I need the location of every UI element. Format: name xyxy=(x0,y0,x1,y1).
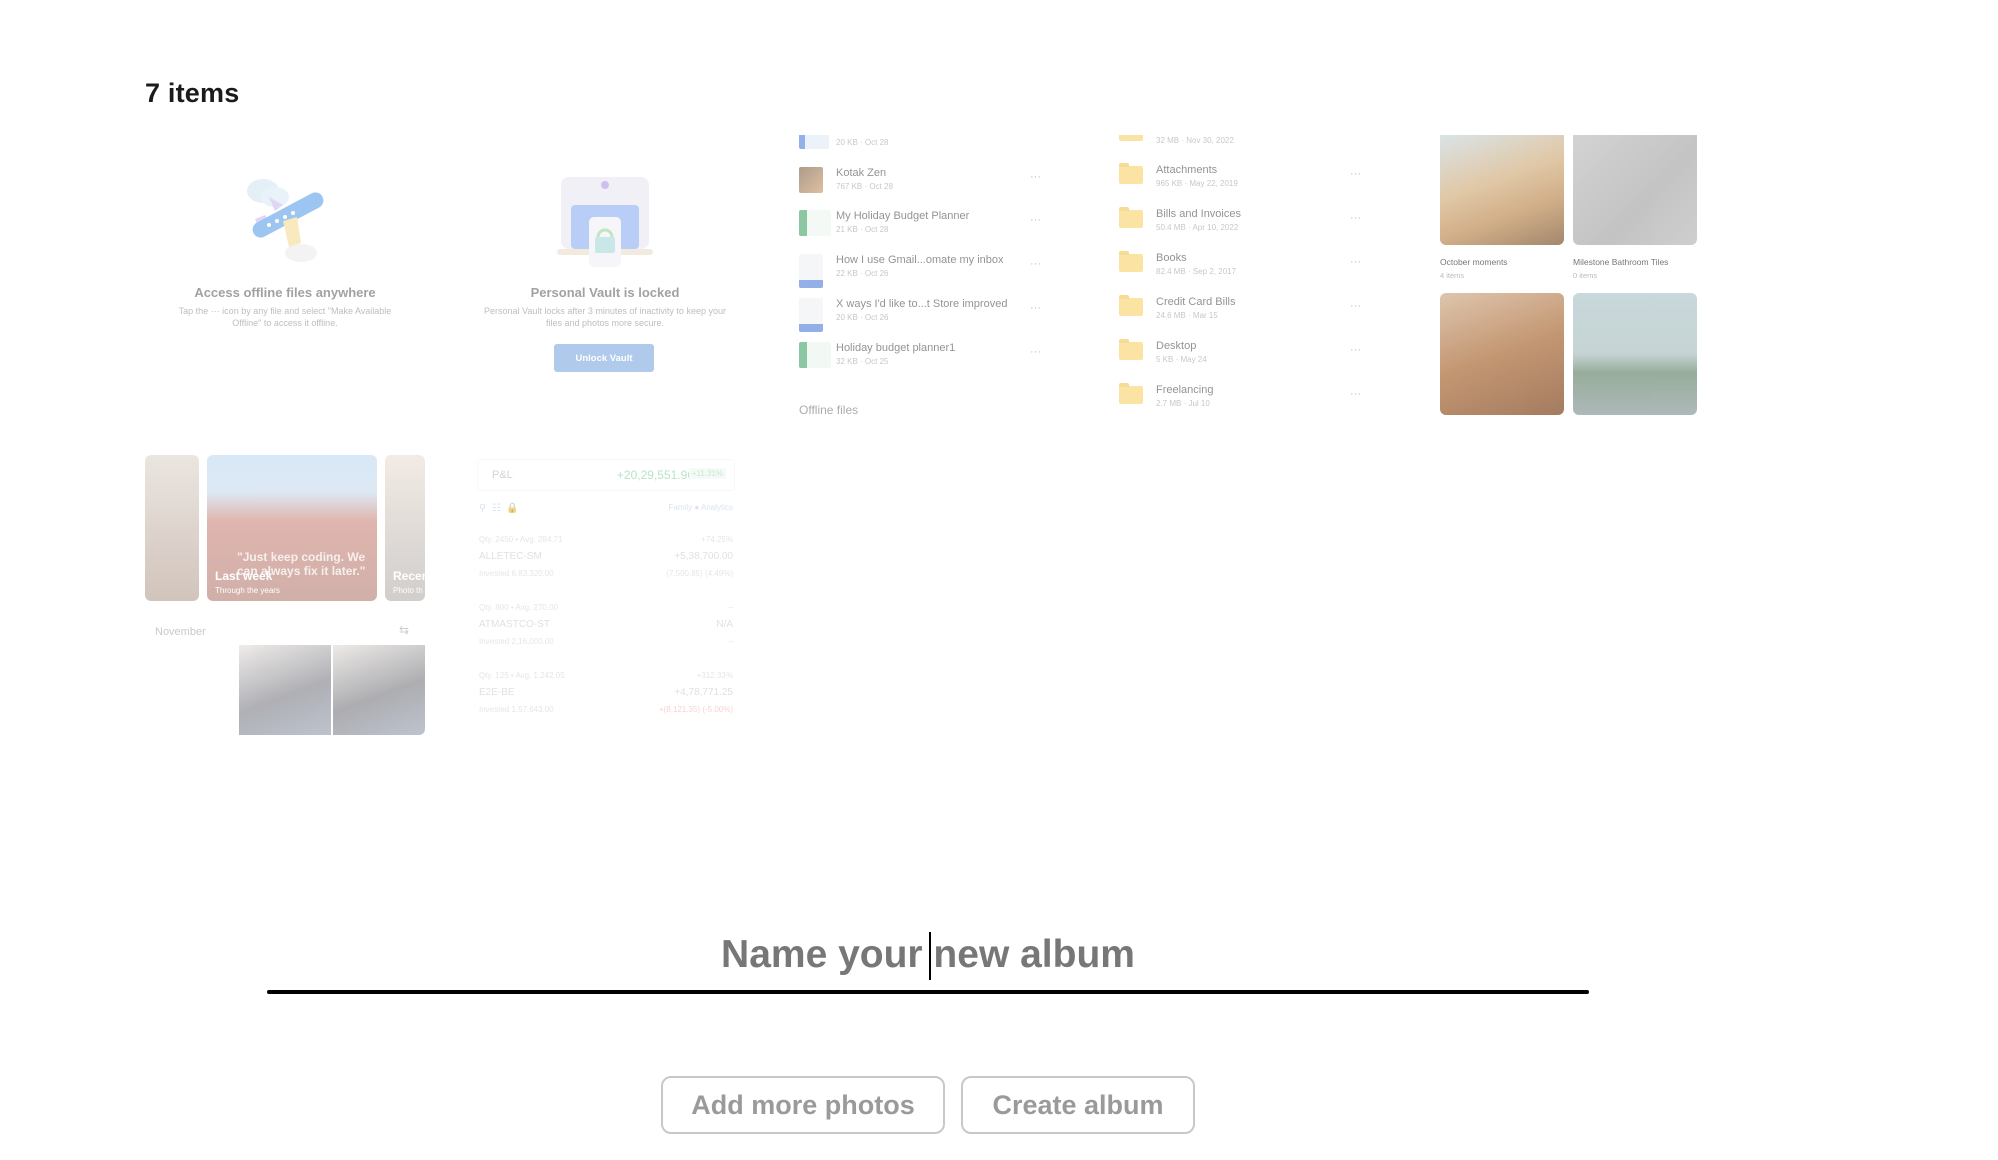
more-icon: ··· xyxy=(1350,300,1361,312)
more-icon: ··· xyxy=(1350,212,1361,224)
unlock-vault-button: Unlock Vault xyxy=(554,344,654,372)
add-more-photos-button[interactable]: Add more photos xyxy=(661,1076,945,1134)
folder-row: Desktop 5 KB · May 24 ··· xyxy=(1115,336,1375,376)
more-icon: ··· xyxy=(1030,214,1041,226)
file-row: Kotak Zen 767 KB · Oct 28 ··· xyxy=(795,163,1055,203)
file-row: 20 KB · Oct 28 ··· xyxy=(795,135,1055,159)
photo-tile-offline-files[interactable]: Access offline files anywhere Tap the ··… xyxy=(145,135,425,415)
pnl-value: +20,29,551.96 xyxy=(616,468,694,482)
image-thumb-icon xyxy=(799,167,823,193)
excel-icon xyxy=(799,210,831,236)
input-underline xyxy=(267,990,1589,994)
more-icon: ··· xyxy=(1030,302,1041,314)
more-icon: ··· xyxy=(1030,258,1041,270)
pnl-toolbar-icons: ⚲ ☷ 🔒 xyxy=(479,503,519,514)
folder-row: 32 MB · Nov 30, 2022 xyxy=(1115,135,1375,157)
text-caret xyxy=(929,932,931,980)
folder-icon xyxy=(1119,251,1143,272)
more-icon: ··· xyxy=(1350,256,1361,268)
holding-row: Qty. 125 • Avg. 1,242.05 +312.33% E2E-BE +… xyxy=(479,671,733,714)
folder-icon xyxy=(1119,207,1143,228)
album-cover-dinner xyxy=(1440,293,1564,415)
album-name-input[interactable] xyxy=(267,920,1589,990)
word-doc-icon xyxy=(799,298,823,332)
more-icon: ··· xyxy=(1350,344,1361,356)
folder-row: Books 82.4 MB · Sep 2, 2017 ··· xyxy=(1115,248,1375,288)
folder-row: Credit Card Bills 24.6 MB · Mar 15 ··· xyxy=(1115,292,1375,332)
airplane-illustration-icon xyxy=(247,179,324,262)
filter-icon: ⇆ xyxy=(399,623,410,637)
folder-row: Freelancing 2.7 MB · Jul 10 ··· xyxy=(1115,380,1375,415)
photo-tile-folder-list[interactable]: 32 MB · Nov 30, 2022 Attachments 965 KB … xyxy=(1105,135,1385,415)
file-row: X ways I'd like to...t Store improved 20… xyxy=(795,294,1055,334)
photo-thumb xyxy=(333,645,425,735)
album-name-field xyxy=(267,920,1589,996)
album-cover-road xyxy=(1573,293,1697,415)
folder-icon xyxy=(1119,383,1143,404)
month-heading: November xyxy=(155,626,206,638)
photo-tile-memories[interactable]: "Just keep coding. We can always fix it … xyxy=(145,455,425,735)
excel-icon xyxy=(799,342,831,368)
offline-files-section: Offline files xyxy=(799,403,859,415)
folder-icon xyxy=(1119,295,1143,316)
file-row: My Holiday Budget Planner 21 KB · Oct 28… xyxy=(795,206,1055,246)
album-cover-october xyxy=(1440,135,1564,245)
vault-title: Personal Vault is locked xyxy=(530,285,680,300)
folder-row: Bills and Invoices 50.4 MB · Apr 10, 202… xyxy=(1115,204,1375,244)
pnl-percent: +11.31% xyxy=(688,468,726,479)
file-row: How I use Gmail...omate my inbox 22 KB ·… xyxy=(795,250,1055,290)
holding-row: Qty. 2450 • Avg. 284.71 +74.25% ALLETEC-S… xyxy=(479,535,733,578)
folder-icon xyxy=(1119,163,1143,184)
memory-card xyxy=(145,455,199,601)
pnl-label: P&L xyxy=(492,469,513,481)
photo-tile-personal-vault[interactable]: Personal Vault is locked Personal Vault … xyxy=(465,135,745,415)
pnl-toolbar-right: Family ● Analytics xyxy=(668,503,733,512)
more-icon: ··· xyxy=(1030,346,1041,358)
file-row: Holiday budget planner1 32 KB · Oct 25 ·… xyxy=(795,338,1055,378)
memory-card-recent: Recen Photo th xyxy=(385,455,425,601)
vault-description: Personal Vault locks after 3 minutes of … xyxy=(484,306,726,328)
folder-icon xyxy=(1119,339,1143,360)
more-icon: ··· xyxy=(1030,135,1041,139)
folder-icon xyxy=(1119,135,1143,141)
folder-row: Attachments 965 KB · May 22, 2019 ··· xyxy=(1115,160,1375,200)
photo-tile-albums[interactable]: October moments 4 items Milestone Bathro… xyxy=(1425,135,1705,415)
album-cover-bathroom-tiles xyxy=(1573,135,1697,245)
more-icon: ··· xyxy=(1350,168,1361,180)
memory-card-last-week: "Just keep coding. We can always fix it … xyxy=(207,455,377,601)
word-doc-icon xyxy=(799,135,829,149)
create-album-button[interactable]: Create album xyxy=(961,1076,1195,1134)
photo-tile-portfolio[interactable]: P&L +20,29,551.96 +11.31% ⚲ ☷ 🔒 Family ●… xyxy=(465,455,745,735)
photo-thumb xyxy=(239,645,331,735)
photo-tile-file-list[interactable]: 20 KB · Oct 28 ··· Kotak Zen 767 KB · Oc… xyxy=(785,135,1065,415)
word-doc-icon xyxy=(799,254,823,288)
offline-title: Access offline files anywhere xyxy=(194,285,376,300)
holding-row: Qty. 800 • Avg. 270.00– ATMASTCO-ST N/A I… xyxy=(479,603,733,646)
vault-illustration-icon xyxy=(557,177,653,267)
more-icon: ··· xyxy=(1350,388,1361,400)
item-count: 7 items xyxy=(145,78,240,108)
more-icon: ··· xyxy=(1030,171,1041,183)
offline-description: Tap the ··· icon by any file and select … xyxy=(178,306,392,328)
